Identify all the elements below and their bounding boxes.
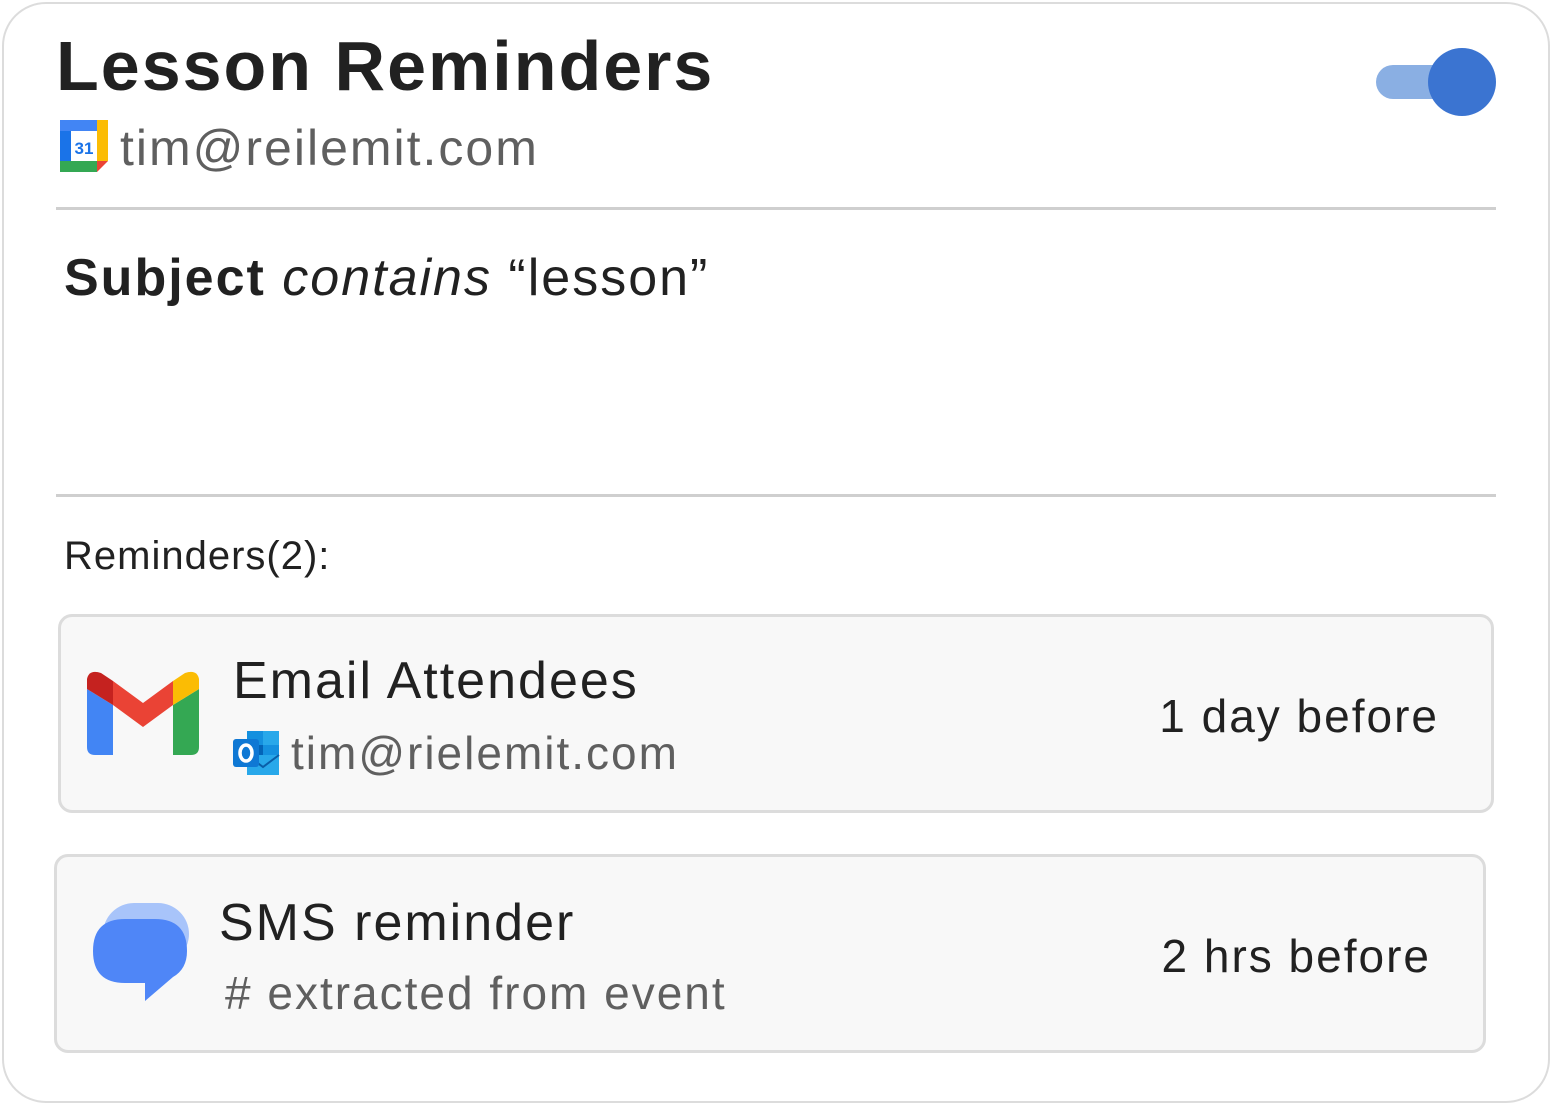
rule-value: “lesson” — [508, 249, 710, 307]
divider — [56, 207, 1496, 210]
card-title: Lesson Reminders — [56, 27, 715, 105]
reminders-count-label: Reminders(2): — [64, 534, 331, 578]
reminder-recipient: tim@rielemit.com — [291, 727, 679, 779]
toggle-knob — [1428, 48, 1496, 116]
calendar-account: 31 tim@reilemit.com — [60, 119, 539, 177]
outlook-icon — [233, 729, 281, 777]
reminder-item-sms[interactable]: SMS reminder # extracted from event 2 hr… — [54, 854, 1486, 1053]
gmail-icon — [87, 671, 199, 760]
reminder-title: Email Attendees — [233, 652, 639, 710]
reminder-timing: 2 hrs before — [1161, 930, 1431, 982]
account-email: tim@reilemit.com — [120, 120, 539, 176]
rule-field: Subject — [64, 249, 266, 307]
reminder-subtitle: tim@rielemit.com — [233, 725, 679, 781]
reminder-subtitle: # extracted from event — [225, 967, 727, 1019]
filter-rule: Subject contains “lesson” — [64, 248, 709, 308]
reminder-timing: 1 day before — [1159, 690, 1439, 742]
divider — [56, 494, 1496, 497]
rule-operator: contains — [282, 249, 492, 307]
enable-toggle[interactable] — [1376, 48, 1498, 116]
google-calendar-icon: 31 — [60, 119, 108, 177]
messages-icon — [93, 903, 193, 1006]
reminder-rule-card: Lesson Reminders 31 tim@reilemit.com Sub… — [2, 2, 1550, 1103]
reminder-item-email[interactable]: Email Attendees tim@rielemit.com 1 day b… — [58, 614, 1494, 813]
reminder-title: SMS reminder — [219, 894, 576, 952]
calendar-icon-day: 31 — [75, 139, 94, 158]
